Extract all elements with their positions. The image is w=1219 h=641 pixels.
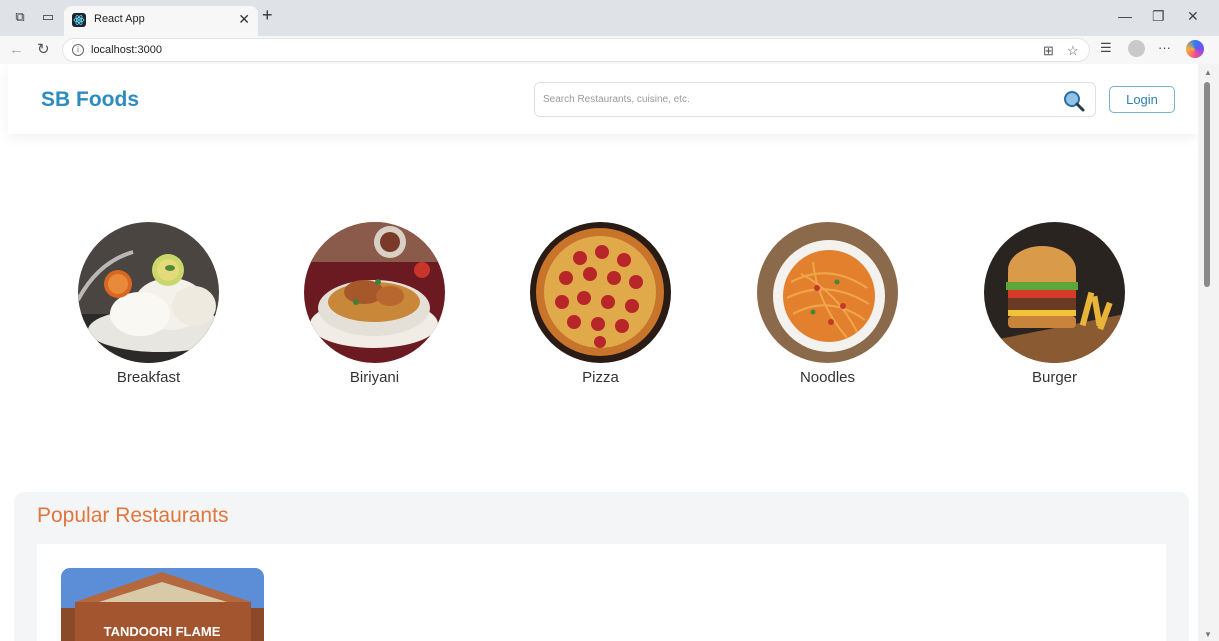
restaurant-sign: TANDOORI FLAME xyxy=(104,624,221,639)
favorites-icon[interactable]: ☰ xyxy=(1100,40,1112,56)
copilot-icon[interactable] xyxy=(1186,40,1204,58)
restaurant-image: TANDOORI FLAME xyxy=(61,568,264,641)
search-icon[interactable] xyxy=(1063,90,1085,112)
more-options-icon[interactable]: ··· xyxy=(1158,40,1171,56)
url-field[interactable]: i localhost:3000 ⊞ ☆ xyxy=(62,38,1090,62)
search-field[interactable]: Search Restaurants, cuisine, etc. xyxy=(534,82,1096,117)
browser-tab-bar: ⧉ ▭ React App ✕ + — ❐ ✕ xyxy=(0,0,1219,36)
tab-title: React App xyxy=(94,13,145,25)
category-breakfast[interactable]: Breakfast xyxy=(78,222,219,392)
popular-restaurants-section: Popular Restaurants TANDOORI FLAME xyxy=(14,492,1189,641)
section-title: Popular Restaurants xyxy=(37,504,229,527)
search-input[interactable]: Search Restaurants, cuisine, etc. xyxy=(543,94,690,105)
category-biriyani[interactable]: Biriyani xyxy=(304,222,445,392)
profile-avatar-icon[interactable] xyxy=(1128,40,1145,57)
url-text: localhost:3000 xyxy=(91,44,162,56)
restore-icon[interactable]: ❐ xyxy=(1152,8,1165,24)
page-scrollbar[interactable]: ▲ ▼ xyxy=(1198,64,1219,641)
burger-image xyxy=(984,222,1125,363)
back-icon[interactable]: ← xyxy=(9,40,24,60)
category-pizza[interactable]: Pizza xyxy=(530,222,671,392)
address-bar: ← ↻ i localhost:3000 ⊞ ☆ xyxy=(0,36,1219,64)
category-label: Noodles xyxy=(799,369,856,386)
restaurant-list: TANDOORI FLAME xyxy=(37,544,1166,641)
scroll-down-icon[interactable]: ▼ xyxy=(1204,630,1212,639)
category-burger[interactable]: Burger xyxy=(984,222,1125,392)
minimize-icon[interactable]: — xyxy=(1118,8,1132,24)
category-noodles[interactable]: Noodles xyxy=(757,222,898,392)
reader-view-icon[interactable]: ⊞ xyxy=(1043,43,1054,59)
react-favicon-icon xyxy=(72,13,86,27)
pizza-image xyxy=(530,222,671,363)
browser-tab-active[interactable]: React App ✕ xyxy=(64,6,258,36)
breakfast-image xyxy=(78,222,219,363)
window-close-icon[interactable]: ✕ xyxy=(1187,8,1199,24)
scrollbar-thumb[interactable] xyxy=(1204,82,1210,287)
noodles-image xyxy=(757,222,898,363)
restaurant-card[interactable]: TANDOORI FLAME xyxy=(61,568,264,641)
tab-close-icon[interactable]: ✕ xyxy=(238,12,250,26)
category-label: Burger xyxy=(1031,369,1078,386)
category-label: Pizza xyxy=(582,369,619,386)
new-tab-icon[interactable]: + xyxy=(262,6,273,24)
category-label: Biriyani xyxy=(349,369,400,386)
login-button[interactable]: Login xyxy=(1109,86,1175,113)
scroll-up-icon[interactable]: ▲ xyxy=(1204,68,1212,77)
category-label: Breakfast xyxy=(116,369,181,386)
favorite-star-icon[interactable]: ☆ xyxy=(1067,43,1079,59)
site-logo[interactable]: SB Foods xyxy=(41,88,139,112)
site-header: SB Foods Search Restaurants, cuisine, et… xyxy=(8,64,1198,134)
biriyani-image xyxy=(304,222,445,363)
tab-actions-icon[interactable]: ▭ xyxy=(40,9,56,25)
site-info-icon[interactable]: i xyxy=(72,44,84,56)
refresh-icon[interactable]: ↻ xyxy=(37,40,50,60)
workspaces-icon[interactable]: ⧉ xyxy=(12,9,28,25)
page-viewport: SB Foods Search Restaurants, cuisine, et… xyxy=(0,64,1219,641)
